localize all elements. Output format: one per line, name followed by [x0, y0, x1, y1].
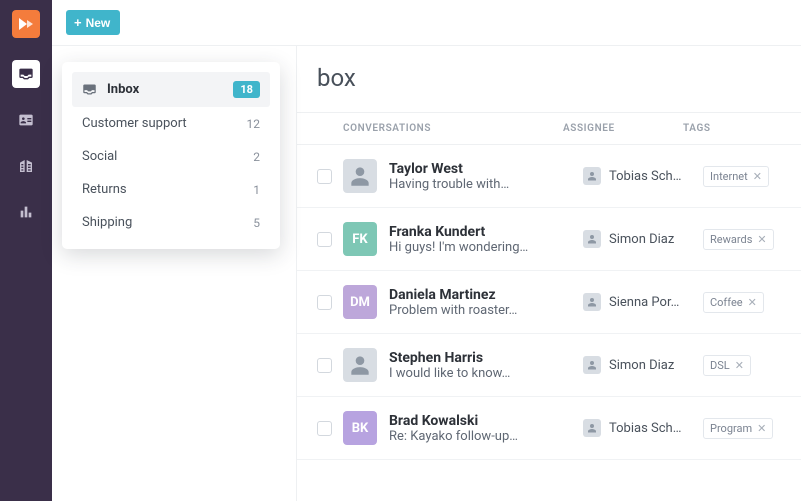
close-icon[interactable]: ✕ [757, 233, 766, 246]
row-checkbox[interactable] [317, 295, 332, 310]
avatar [343, 159, 377, 193]
inbox-icon [18, 66, 34, 82]
table-row[interactable]: Taylor WestHaving trouble with… Tobias Sc… [297, 145, 801, 208]
rail-item-reports[interactable] [12, 198, 40, 226]
col-header-conversations: CONVERSATIONS [343, 123, 563, 134]
assignee-name: Tobias Sch… [609, 421, 681, 436]
conversation-name: Franka Kundert [389, 224, 583, 240]
close-icon[interactable]: ✕ [757, 422, 766, 435]
assignee-avatar [583, 356, 601, 374]
tag-label: Coffee [710, 296, 743, 309]
assignee-avatar [583, 293, 601, 311]
conversation-preview: Problem with roaster… [389, 303, 583, 318]
conversation-name: Stephen Harris [389, 350, 583, 366]
assignee: Sienna Por… [583, 293, 703, 311]
folder-item[interactable]: Shipping 5 [72, 206, 270, 239]
folder-item[interactable]: Returns 1 [72, 173, 270, 206]
conversation-preview: I would like to know… [389, 366, 583, 381]
app-logo[interactable] [12, 10, 40, 38]
col-header-assignee: ASSIGNEE [563, 123, 683, 134]
plus-icon: + [74, 15, 82, 30]
tag-label: DSL [710, 359, 730, 372]
tag-chip[interactable]: DSL ✕ [703, 355, 751, 376]
assignee: Tobias Sch… [583, 167, 703, 185]
rail-item-inbox[interactable] [12, 60, 40, 88]
col-header-tags: TAGS [683, 123, 781, 134]
conversation-preview: Re: Kayako follow-up… [389, 429, 583, 444]
folder-count: 18 [233, 81, 260, 98]
assignee: Simon Diaz [583, 230, 703, 248]
conversation-list: Taylor WestHaving trouble with… Tobias Sc… [297, 145, 801, 460]
close-icon[interactable]: ✕ [753, 170, 762, 183]
conversation-name: Taylor West [389, 161, 583, 177]
folder-label: Shipping [82, 215, 132, 230]
folder-label: Customer support [82, 116, 187, 131]
close-icon[interactable]: ✕ [748, 296, 757, 309]
nav-rail [0, 0, 52, 501]
assignee-name: Tobias Sch… [609, 169, 681, 184]
page-title: box [297, 64, 801, 92]
table-row[interactable]: FK Franka KundertHi guys! I'm wondering… S… [297, 208, 801, 271]
tag-chip[interactable]: Program ✕ [703, 418, 773, 439]
folders-popover: Inbox 18 Customer support 12 Social 2 Returns 1… [62, 62, 280, 249]
conversation-preview: Hi guys! I'm wondering… [389, 240, 583, 255]
folder-label: Inbox [107, 82, 139, 97]
bar-chart-icon [18, 204, 34, 220]
assignee-avatar [583, 419, 601, 437]
tag-chip[interactable]: Internet ✕ [703, 166, 769, 187]
assignee-name: Simon Diaz [609, 232, 674, 247]
building-icon [18, 158, 34, 174]
assignee-avatar [583, 167, 601, 185]
folder-item[interactable]: Social 2 [72, 140, 270, 173]
table-header: CONVERSATIONS ASSIGNEE TAGS [297, 112, 801, 145]
conversation-name: Daniela Martinez [389, 287, 583, 303]
content-panel: box CONVERSATIONS ASSIGNEE TAGS Taylor W… [296, 46, 801, 501]
row-checkbox[interactable] [317, 421, 332, 436]
assignee: Simon Diaz [583, 356, 703, 374]
tag-chip[interactable]: Coffee ✕ [703, 292, 764, 313]
assignee: Tobias Sch… [583, 419, 703, 437]
folder-count: 12 [247, 117, 261, 131]
table-row[interactable]: Stephen HarrisI would like to know… Simon… [297, 334, 801, 397]
table-row[interactable]: DM Daniela MartinezProblem with roaster… S… [297, 271, 801, 334]
tag-label: Internet [710, 170, 748, 183]
conversation-preview: Having trouble with… [389, 177, 583, 192]
rail-item-organizations[interactable] [12, 152, 40, 180]
avatar [343, 348, 377, 382]
new-button-label: New [86, 16, 111, 30]
new-button[interactable]: + New [66, 10, 120, 35]
tag-label: Program [710, 422, 752, 435]
folder-label: Returns [82, 182, 127, 197]
row-checkbox[interactable] [317, 358, 332, 373]
folder-label: Social [82, 149, 117, 164]
avatar: BK [343, 411, 377, 445]
tag-chip[interactable]: Rewards ✕ [703, 229, 774, 250]
folder-count: 1 [253, 183, 260, 197]
assignee-name: Simon Diaz [609, 358, 674, 373]
row-checkbox[interactable] [317, 232, 332, 247]
avatar: DM [343, 285, 377, 319]
conversation-name: Brad Kowalski [389, 413, 583, 429]
row-checkbox[interactable] [317, 169, 332, 184]
folder-item[interactable]: Inbox 18 [72, 72, 270, 107]
inbox-icon [82, 82, 97, 97]
table-row[interactable]: BK Brad KowalskiRe: Kayako follow-up… Tobi… [297, 397, 801, 460]
avatar: FK [343, 222, 377, 256]
folder-count: 5 [253, 216, 260, 230]
assignee-name: Sienna Por… [609, 295, 679, 310]
topbar: + New [52, 0, 801, 46]
close-icon[interactable]: ✕ [735, 359, 744, 372]
tag-label: Rewards [710, 233, 752, 246]
id-card-icon [18, 112, 34, 128]
folder-item[interactable]: Customer support 12 [72, 107, 270, 140]
assignee-avatar [583, 230, 601, 248]
rail-item-contacts[interactable] [12, 106, 40, 134]
folder-count: 2 [253, 150, 260, 164]
